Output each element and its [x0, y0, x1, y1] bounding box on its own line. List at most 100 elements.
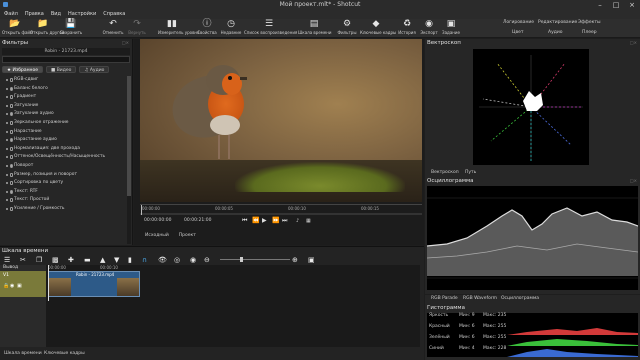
lift-icon[interactable]: ▲: [100, 255, 105, 265]
track-composite-icon[interactable]: ▣: [17, 283, 22, 289]
filter-list-item[interactable]: Размер, позиция и поворот: [2, 171, 124, 180]
current-timecode[interactable]: 00:00:00:00: [144, 218, 171, 223]
snap-icon[interactable]: ∩: [142, 255, 147, 265]
redo-button[interactable]: ↷ Вернуть: [124, 19, 150, 38]
play-icon[interactable]: ▶: [262, 217, 267, 224]
volume-icon[interactable]: ♪: [296, 218, 299, 224]
video-preview[interactable]: [140, 39, 422, 202]
playlist-button[interactable]: ☰ Список воспроизведения: [244, 19, 297, 38]
rewind-icon[interactable]: ⏪: [252, 217, 259, 224]
favorite-checkbox[interactable]: [6, 173, 8, 176]
scrub-bar[interactable]: [140, 213, 422, 215]
filter-list-item[interactable]: Затухание: [2, 102, 124, 111]
filter-list-item[interactable]: Затухание аудио: [2, 110, 124, 119]
remove-icon[interactable]: ▬: [84, 255, 91, 265]
open-file-button[interactable]: 📂 Открыть файл: [2, 19, 33, 38]
favorite-checkbox[interactable]: [6, 139, 8, 142]
filter-list-item[interactable]: Усиление / Громкость: [2, 205, 124, 214]
tab-rgb-parade[interactable]: RGB Parade: [431, 295, 458, 303]
layout-color[interactable]: Цвет: [512, 30, 524, 35]
favorite-checkbox[interactable]: [6, 113, 8, 116]
track-lock-icon[interactable]: 🔒: [3, 283, 9, 289]
overwrite-icon[interactable]: ▼: [114, 255, 119, 265]
minimize-button[interactable]: –: [592, 0, 608, 10]
tab-audio[interactable]: ♫ Аудио: [79, 66, 110, 73]
cut-icon[interactable]: ✂: [20, 255, 26, 265]
zoom-fit-icon[interactable]: ▣: [308, 255, 315, 265]
favorite-checkbox[interactable]: [6, 121, 8, 124]
filter-list-item[interactable]: Нарастание: [2, 128, 124, 137]
favorite-checkbox[interactable]: [6, 207, 8, 210]
zoom-in-icon[interactable]: ⊕: [292, 255, 298, 265]
properties-button[interactable]: ⓘ Свойства: [194, 19, 220, 38]
favorite-checkbox[interactable]: [6, 130, 8, 133]
save-button[interactable]: 💾 Сохранить: [58, 19, 84, 38]
filters-scrollbar[interactable]: [127, 76, 131, 244]
scrub-icon[interactable]: 👁: [158, 255, 167, 265]
favorite-checkbox[interactable]: [6, 190, 8, 193]
favorite-checkbox[interactable]: [6, 199, 8, 202]
favorite-checkbox[interactable]: [6, 182, 8, 185]
menu-view[interactable]: Вид: [51, 10, 61, 19]
timeline-button[interactable]: ▤ Шкала времени: [298, 19, 331, 38]
favorite-checkbox[interactable]: [6, 104, 8, 107]
zoom-slider-handle[interactable]: [240, 257, 243, 262]
favorite-checkbox[interactable]: [6, 164, 8, 167]
track-eye-icon[interactable]: ◉: [10, 283, 14, 289]
layout-logging[interactable]: Логирование: [503, 20, 534, 25]
skip-start-icon[interactable]: ⏮: [242, 217, 247, 225]
zoom-slider[interactable]: [220, 259, 290, 260]
filter-list-item[interactable]: Баланс белого: [2, 85, 124, 94]
filter-list-item[interactable]: Градиент: [2, 93, 124, 102]
tab-project[interactable]: Проект: [174, 232, 201, 240]
menu-icon[interactable]: ☰: [4, 255, 10, 265]
filter-search-input[interactable]: [2, 56, 130, 63]
filter-list-item[interactable]: Нормализация: две прохода: [2, 145, 124, 154]
filter-list-item[interactable]: Текст: Простой: [2, 196, 124, 205]
panel-close-icon[interactable]: □×: [630, 40, 637, 45]
favorite-checkbox[interactable]: [6, 156, 8, 159]
favorite-checkbox[interactable]: [6, 87, 8, 90]
keyframes-button[interactable]: ◆ Ключевые кадры: [360, 19, 396, 38]
status-timeline-tab[interactable]: Шкала времени: [4, 351, 42, 356]
player-playhead[interactable]: [141, 205, 142, 215]
track-header-v1[interactable]: V1 🔒 ◉ ▣: [0, 271, 46, 297]
jobs-button[interactable]: ▣ Задание: [438, 19, 464, 38]
filter-list-item[interactable]: Текст: RTF: [2, 188, 124, 197]
recent-button[interactable]: ◷ Недавние: [218, 19, 244, 38]
menu-help[interactable]: Справка: [103, 10, 125, 19]
paste-icon[interactable]: ▩: [52, 255, 59, 265]
menu-settings[interactable]: Настройки: [68, 10, 96, 19]
grid-icon[interactable]: ▦: [306, 218, 311, 224]
tab-waveform[interactable]: Осциллограмма: [501, 295, 539, 303]
menu-edit[interactable]: Правка: [25, 10, 44, 19]
menu-file[interactable]: Файл: [4, 10, 18, 19]
tab-vectorscope[interactable]: Вектроскоп: [431, 169, 459, 177]
status-keyframes-tab[interactable]: Ключевые кадры: [44, 351, 85, 356]
filter-list-item[interactable]: Поворот: [2, 162, 124, 171]
timeline-clip[interactable]: Robin - 21723.mp4: [48, 271, 140, 297]
filter-list-item[interactable]: Сортировка по цвету: [2, 179, 124, 188]
tab-rgb-waveform[interactable]: RGB Waveform: [463, 295, 497, 303]
layout-audio[interactable]: Аудио: [548, 30, 563, 35]
favorite-checkbox[interactable]: [6, 79, 8, 81]
layout-editing[interactable]: Редактирование: [538, 20, 577, 25]
split-icon[interactable]: ▮: [128, 255, 132, 265]
open-other-button[interactable]: 📁 Открыть другой: [30, 19, 64, 38]
zoom-out-icon[interactable]: ⊖: [204, 255, 210, 265]
filter-list-item[interactable]: Нарастание аудио: [2, 136, 124, 145]
tab-source[interactable]: Исходный: [140, 232, 174, 240]
favorite-checkbox[interactable]: [6, 96, 8, 99]
timeline-tracks[interactable]: 00:00:00 00:00:10 Robin - 21723.mp4: [46, 265, 420, 347]
tab-favorites[interactable]: ★ Избранное: [2, 66, 44, 73]
scrollbar-thumb[interactable]: [127, 76, 131, 196]
layout-player[interactable]: Плеер: [582, 30, 597, 35]
copy-icon[interactable]: ❐: [36, 255, 42, 265]
tab-video[interactable]: ■ Видео: [46, 66, 77, 73]
append-icon[interactable]: ✚: [68, 255, 74, 265]
filter-list-item[interactable]: RGB-сдвиг: [2, 76, 124, 85]
timeline-playhead[interactable]: [48, 265, 49, 301]
close-window-button[interactable]: ×: [624, 0, 640, 10]
player-ruler[interactable]: 00:00:00 00:00:05 00:00:10 00:00:15: [140, 204, 422, 213]
tab-path[interactable]: Путь: [465, 169, 476, 177]
